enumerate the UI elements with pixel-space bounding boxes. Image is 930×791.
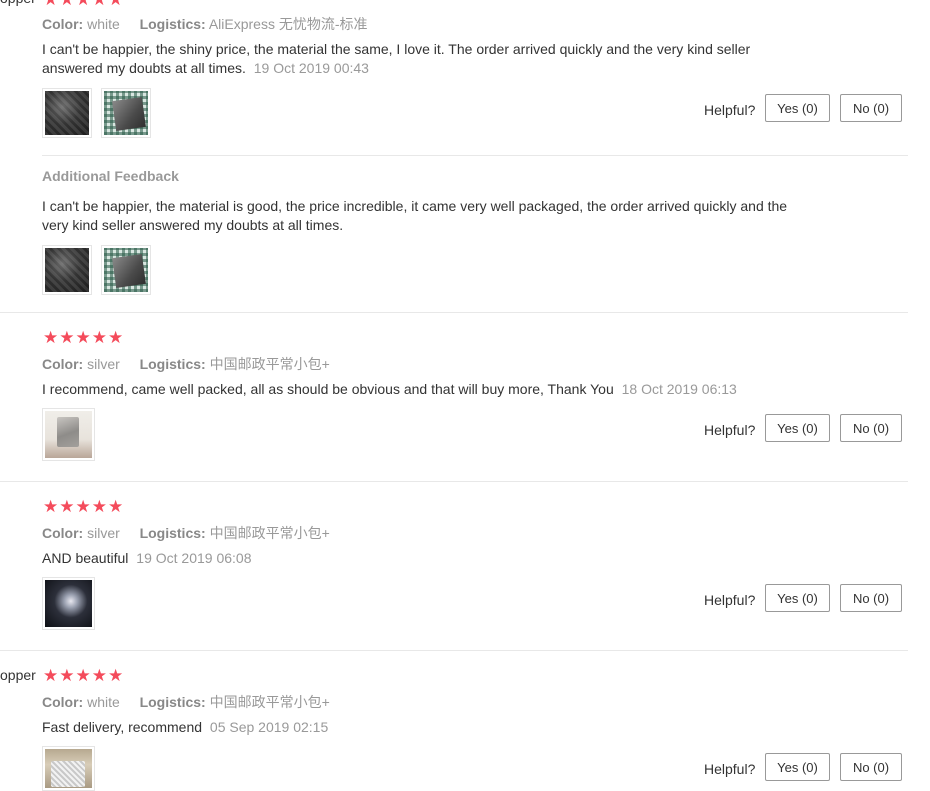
divider — [42, 155, 908, 156]
logistics-value: 中国邮政平常小包+ — [209, 356, 330, 372]
review-text: AND beautiful 19 Oct 2019 06:08 — [42, 549, 802, 568]
review-body: I recommend, came well packed, all as sh… — [42, 381, 614, 397]
review-meta: Color: white Logistics: AliExpress 无忧物流-… — [42, 14, 368, 34]
logistics-key: Logistics: — [139, 16, 206, 32]
color-key: Color: — [42, 525, 84, 541]
logistics-key: Logistics: — [139, 694, 206, 710]
review-time: 05 Sep 2019 02:15 — [209, 719, 329, 735]
review-body: I can't be happier, the shiny price, the… — [42, 41, 751, 76]
reviewer-name: opper — [0, 0, 36, 6]
logistics-value: 中国邮政平常小包+ — [209, 525, 330, 541]
color-value: silver — [87, 356, 120, 372]
review-time: 18 Oct 2019 06:13 — [621, 381, 737, 397]
helpful-label: Helpful? — [704, 761, 756, 777]
review-time: 19 Oct 2019 06:08 — [136, 550, 252, 566]
review-photo[interactable] — [101, 88, 151, 138]
review-meta: Color: silver Logistics: 中国邮政平常小包+ — [42, 354, 330, 374]
review-body: Fast delivery, recommend — [42, 719, 203, 735]
helpful-no-button[interactable]: No (0) — [840, 94, 902, 122]
helpful-label: Helpful? — [704, 102, 756, 118]
star-rating: ★★★★★ — [43, 0, 124, 9]
color-key: Color: — [42, 694, 84, 710]
helpful-label: Helpful? — [704, 422, 756, 438]
helpful-yes-button[interactable]: Yes (0) — [765, 753, 830, 781]
review-body: AND beautiful — [42, 550, 129, 566]
helpful-label: Helpful? — [704, 592, 756, 608]
review-divider — [0, 481, 908, 482]
review-photo[interactable] — [42, 577, 95, 630]
review-photo[interactable] — [42, 88, 92, 138]
star-rating: ★★★★★ — [43, 666, 125, 685]
color-value: white — [87, 16, 120, 32]
helpful-no-button[interactable]: No (0) — [840, 414, 902, 442]
review-time: 19 Oct 2019 00:43 — [253, 60, 369, 76]
review-photo[interactable] — [42, 746, 95, 791]
star-rating: ★★★★★ — [43, 328, 125, 347]
review-text: Fast delivery, recommend 05 Sep 2019 02:… — [42, 718, 802, 737]
review-photo[interactable] — [42, 408, 95, 461]
additional-feedback-photo[interactable] — [42, 245, 92, 295]
review-divider — [0, 650, 908, 651]
star-rating: ★★★★★ — [43, 497, 125, 516]
review-meta: Color: white Logistics: 中国邮政平常小包+ — [42, 692, 330, 712]
logistics-key: Logistics: — [139, 525, 206, 541]
helpful-no-button[interactable]: No (0) — [840, 753, 902, 781]
reviewer-name: opper — [0, 667, 36, 683]
color-key: Color: — [42, 356, 84, 372]
logistics-key: Logistics: — [139, 356, 206, 372]
helpful-no-button[interactable]: No (0) — [840, 584, 902, 612]
helpful-yes-button[interactable]: Yes (0) — [765, 584, 830, 612]
review-meta: Color: silver Logistics: 中国邮政平常小包+ — [42, 523, 330, 543]
additional-feedback-text: I can't be happier, the material is good… — [42, 198, 788, 233]
logistics-value: AliExpress 无忧物流-标准 — [208, 16, 368, 32]
logistics-value: 中国邮政平常小包+ — [209, 694, 330, 710]
review-text: I recommend, came well packed, all as sh… — [42, 380, 842, 399]
color-value: white — [87, 694, 120, 710]
color-value: silver — [87, 525, 120, 541]
helpful-yes-button[interactable]: Yes (0) — [765, 94, 830, 122]
additional-feedback-photo[interactable] — [101, 245, 151, 295]
additional-feedback-title: Additional Feedback — [42, 168, 179, 184]
review-text: I can't be happier, the shiny price, the… — [42, 40, 802, 78]
review-divider — [0, 312, 908, 313]
color-key: Color: — [42, 16, 84, 32]
helpful-yes-button[interactable]: Yes (0) — [765, 414, 830, 442]
